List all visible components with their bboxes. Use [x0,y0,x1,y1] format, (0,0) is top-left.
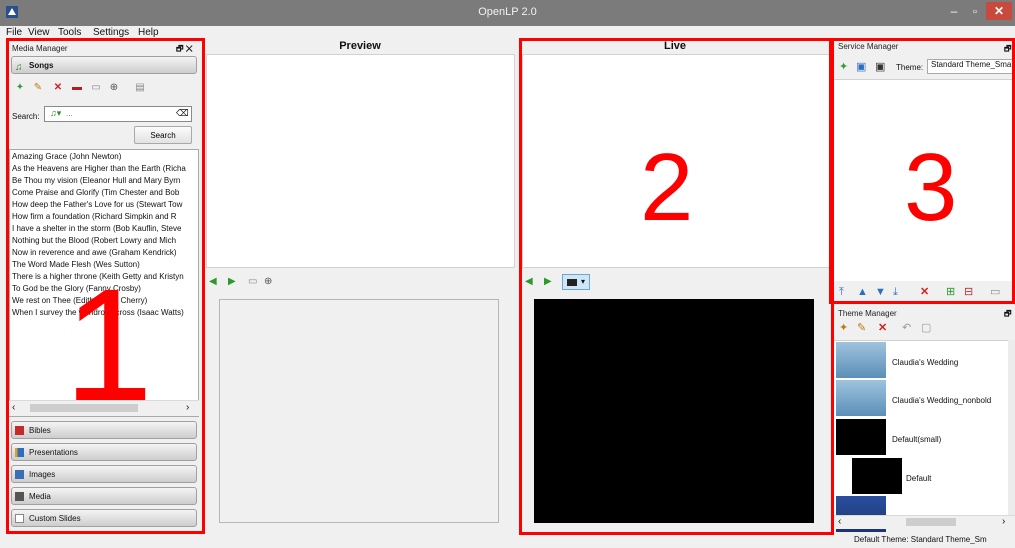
preview-display [219,299,499,523]
theme-thumbnail[interactable] [836,380,886,416]
preview-slide-list[interactable] [206,54,515,268]
annotation-label-1: 1 [64,255,153,434]
edit-theme-icon[interactable]: ✎ [857,322,866,334]
scroll-left-icon[interactable]: ‹ [838,516,841,527]
theme-name[interactable]: Default [906,474,931,483]
annotation-label-3: 3 [904,134,958,241]
theme-list-vertical-scrollbar[interactable] [1008,340,1015,516]
theme-name[interactable]: Default(small) [892,435,941,444]
new-theme-icon[interactable]: ✦ [839,322,848,334]
theme-thumbnail[interactable] [836,419,886,455]
export-theme-icon[interactable]: ▢ [921,322,931,334]
delete-theme-icon[interactable]: ✕ [878,322,887,334]
preview-previous-icon[interactable]: ◀ [209,276,217,288]
theme-thumbnail[interactable] [836,342,886,378]
preview-add-to-service-icon[interactable]: ⊕ [264,276,272,288]
maximize-button[interactable]: ▫ [966,4,984,20]
theme-name[interactable]: Claudia's Wedding_nonbold [892,396,991,405]
import-theme-icon[interactable]: ↶ [902,322,911,334]
preview-next-icon[interactable]: ▶ [228,276,236,288]
scroll-right-icon[interactable]: › [1002,516,1005,527]
theme-manager-title: Theme Manager [838,309,897,318]
minimize-button[interactable]: – [942,4,966,20]
theme-manager-dock-controls[interactable]: 🗗 [1004,308,1012,319]
preview-title: Preview [339,40,381,52]
theme-name[interactable]: Claudia's Wedding [892,358,958,367]
status-text: Default Theme: Standard Theme_Sm [854,535,987,544]
scrollbar-thumb[interactable] [906,518,956,526]
window-title: OpenLP 2.0 [478,6,537,18]
annotation-box-2 [519,38,834,535]
go-live-icon[interactable]: ▭ [248,276,257,288]
theme-thumbnail[interactable] [852,458,902,494]
annotation-label-2: 2 [640,134,694,241]
close-button[interactable]: ✕ [986,2,1012,20]
